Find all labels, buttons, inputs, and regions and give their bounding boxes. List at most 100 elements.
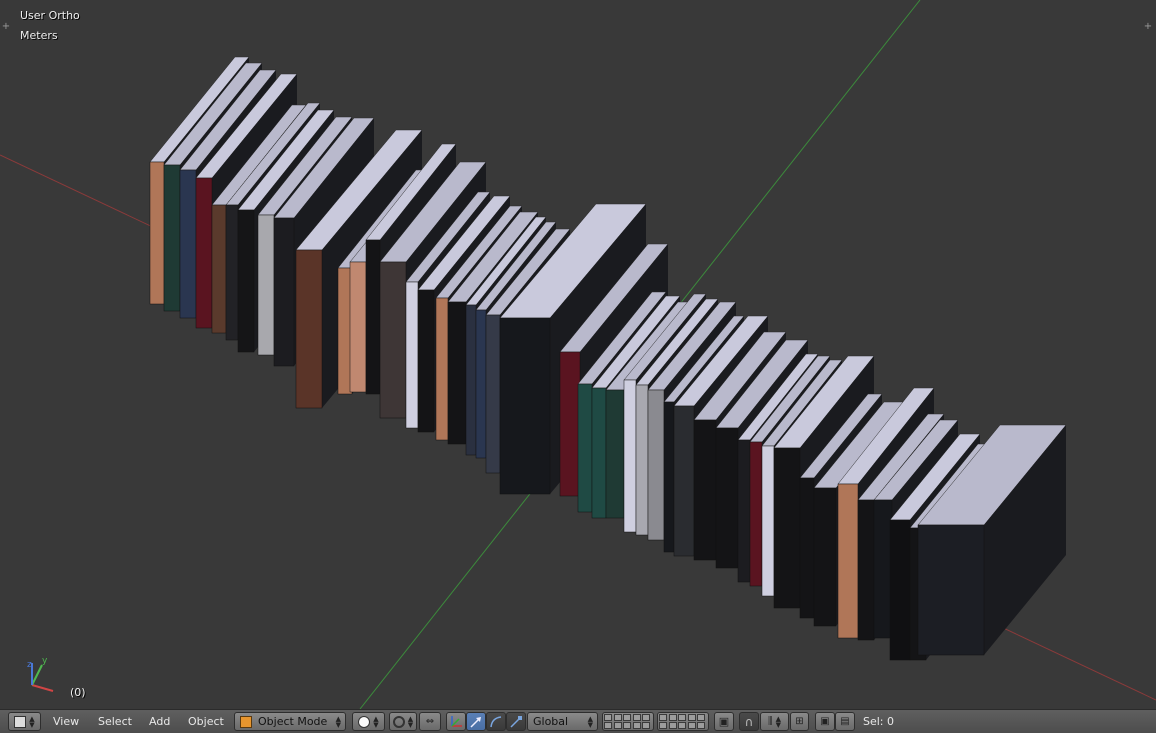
layer-cell[interactable] [668,714,677,722]
3d-viewport[interactable]: User Ortho Meters (0) + + z y [0,0,1156,709]
chevron-updown-icon: ▲ ▼ [335,714,341,729]
book-spine[interactable] [635,384,649,536]
layer-cell[interactable] [604,714,612,722]
translate-toggle[interactable] [466,712,486,731]
lock-icon: ▣ [718,715,730,728]
manipulator-toggle[interactable] [446,712,466,731]
chevron-updown-icon: ▲ ▼ [373,714,379,729]
book-spine[interactable] [623,379,637,533]
book-spine[interactable] [693,419,717,561]
book-spine[interactable] [761,445,775,597]
book-spine[interactable] [813,487,837,627]
layers-group-1[interactable] [602,712,654,731]
book-spine[interactable] [591,387,607,519]
snap-element-dropdown[interactable]: ⫼ ▲ ▼ [760,712,789,731]
layer-cell[interactable] [623,714,632,722]
layer-cell[interactable] [697,721,706,729]
book-spine[interactable] [195,177,213,329]
layer-cell[interactable] [659,721,667,729]
layer-cell[interactable] [659,714,667,722]
cube-icon [240,715,252,728]
book-spine[interactable] [647,389,665,541]
book-spine[interactable] [715,427,739,569]
book-spine[interactable] [225,204,239,341]
book-spine[interactable] [749,441,763,587]
menu-view[interactable]: View [53,715,79,728]
book-spine[interactable] [379,261,407,419]
book-spine[interactable] [211,204,227,334]
align-icon: ⇔ [425,716,435,727]
orientation-dropdown[interactable]: Global ▲ ▼ [527,712,598,731]
corner-plus-icon[interactable]: + [1,22,11,32]
pivot-icon [392,715,405,728]
book-spine[interactable] [295,249,323,409]
shading-dropdown[interactable]: ▲ ▼ [352,712,385,731]
pivot-point-align-button[interactable]: ⇔ [419,712,441,731]
book-spine[interactable] [559,351,581,497]
layer-cell[interactable] [697,714,706,722]
layer-cell[interactable] [687,721,696,729]
translate-icon [470,716,481,728]
lock-layers-button[interactable]: ▣ [714,712,734,731]
book-spine[interactable] [873,499,893,639]
layer-cell[interactable] [613,721,622,729]
book-spine[interactable] [737,439,751,583]
book-spine[interactable] [799,477,815,619]
mode-dropdown[interactable]: Object Mode ▲ ▼ [234,712,346,731]
book-spine[interactable] [673,405,695,557]
book-spine[interactable] [417,289,435,433]
book-spine[interactable] [889,519,911,661]
book-spine[interactable] [405,281,419,429]
layer-cell[interactable] [604,721,612,729]
book-spine[interactable] [163,164,181,312]
scale-toggle[interactable] [506,712,526,731]
chevron-updown-icon: ▲ ▼ [587,714,593,729]
layer-cell[interactable] [642,714,651,722]
book-spine[interactable] [237,209,255,353]
menu-object[interactable]: Object [188,715,224,728]
book-spine[interactable] [917,524,985,656]
book-spine[interactable] [435,297,449,441]
render-button[interactable]: ▣ [815,712,835,731]
book-spine[interactable] [365,239,381,395]
book-spine[interactable] [257,214,275,356]
clapper-icon: ▤ [840,716,850,727]
layer-cell[interactable] [642,721,651,729]
layer-cell[interactable] [687,714,696,722]
book-spine[interactable] [499,317,551,495]
menu-add[interactable]: Add [149,715,170,728]
pivot-dropdown[interactable]: ▲ ▼ [389,712,417,731]
layer-cell[interactable] [623,721,632,729]
book-spine[interactable] [485,314,501,474]
menu-select[interactable]: Select [98,715,132,728]
book-spine[interactable] [273,217,295,367]
book-spine[interactable] [773,447,801,609]
layers-group-2[interactable] [657,712,709,731]
snap-target-button[interactable]: ⊞ [790,712,809,731]
book-spine[interactable] [837,483,859,639]
anim-render-button[interactable]: ▤ [835,712,855,731]
editor-type-button[interactable]: ▲ ▼ [8,712,41,731]
book-spine[interactable] [663,401,675,553]
layer-cell[interactable] [632,721,641,729]
layer-cell[interactable] [668,721,677,729]
rotate-toggle[interactable] [486,712,506,731]
layer-cell[interactable] [678,721,687,729]
scene-canvas[interactable] [0,0,1156,709]
book-spine[interactable] [349,261,367,393]
book-spine[interactable] [857,499,875,641]
book-spine[interactable] [577,383,593,513]
book-spine[interactable] [475,309,487,459]
layer-cell[interactable] [678,714,687,722]
book-spine[interactable] [179,169,197,319]
layer-cell[interactable] [632,714,641,722]
rotate-icon [490,715,502,727]
book-spine[interactable] [447,301,467,445]
layer-cell[interactable] [613,714,622,722]
solid-sphere-icon [358,715,371,728]
snap-toggle[interactable]: ∩ [739,712,759,731]
book-spine[interactable] [465,304,477,456]
corner-plus-icon[interactable]: + [1143,22,1153,32]
book-spine[interactable] [605,389,625,519]
book-spine[interactable] [149,161,165,305]
